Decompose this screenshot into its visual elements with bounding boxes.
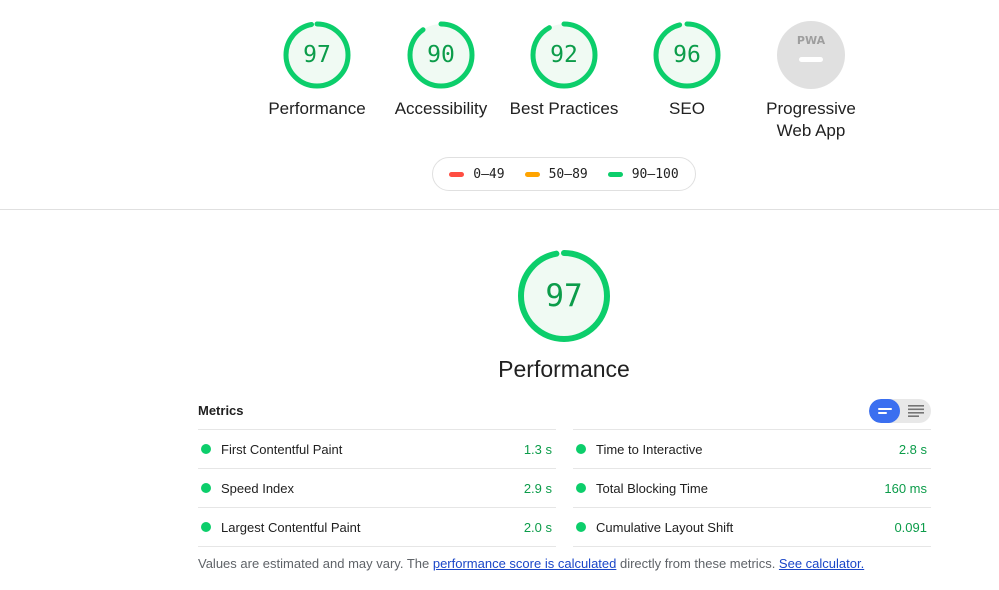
metric-value: 2.8 s xyxy=(898,441,927,457)
metric-largest-contentful-paint[interactable]: Largest Contentful Paint 2.0 s xyxy=(198,507,556,547)
pass-dot-icon xyxy=(576,444,586,454)
gauge-label: Accessibility xyxy=(394,99,488,118)
gauge-score: 92 xyxy=(550,42,578,68)
score-ring: 96 xyxy=(652,20,722,90)
footnote-text: Values are estimated and may vary. The xyxy=(198,556,433,571)
score-scale-legend: 0–49 50–89 90–100 xyxy=(432,157,696,191)
metric-cumulative-layout-shift[interactable]: Cumulative Layout Shift 0.091 xyxy=(573,507,931,547)
svg-text:PWA: PWA xyxy=(797,34,826,47)
pwa-icon: PWA xyxy=(777,21,845,89)
gauge-label: SEO xyxy=(669,99,705,118)
metric-value: 0.091 xyxy=(894,519,927,535)
metric-name: Speed Index xyxy=(221,480,295,496)
gauge-best-practices[interactable]: 92 Best Practices xyxy=(499,20,629,120)
compact-view-icon[interactable] xyxy=(869,399,900,423)
metric-speed-index[interactable]: Speed Index 2.9 s xyxy=(198,468,556,507)
metrics-title: Metrics xyxy=(198,403,244,418)
pass-dot-icon xyxy=(576,483,586,493)
pass-swatch-icon xyxy=(607,171,623,177)
score-ring: 97 xyxy=(282,20,352,90)
metric-first-contentful-paint[interactable]: First Contentful Paint 1.3 s xyxy=(198,429,556,468)
pass-dot-icon xyxy=(201,483,211,493)
gauge-score: 97 xyxy=(303,42,331,68)
metric-name: Largest Contentful Paint xyxy=(221,519,361,535)
metrics-view-toggle[interactable] xyxy=(869,399,931,423)
score-ring: 90 xyxy=(406,20,476,90)
legend-item-average: 50–89 xyxy=(524,166,588,182)
fail-swatch-icon xyxy=(449,171,465,177)
performance-title: Performance xyxy=(498,356,630,382)
gauge-label: Progressive Web App xyxy=(746,98,876,142)
gauge-label: Best Practices xyxy=(509,99,619,118)
gauge-label: Performance xyxy=(268,99,366,118)
pass-dot-icon xyxy=(201,444,211,454)
gauge-accessibility[interactable]: 90 Accessibility xyxy=(376,20,506,120)
expanded-view-icon[interactable] xyxy=(900,399,931,423)
metrics-footnote: Values are estimated and may vary. The p… xyxy=(198,556,864,571)
pass-dot-icon xyxy=(576,522,586,532)
metric-name: Total Blocking Time xyxy=(596,480,708,496)
metric-name: First Contentful Paint xyxy=(221,441,343,457)
average-swatch-icon xyxy=(524,171,540,177)
see-calculator-link[interactable]: See calculator. xyxy=(779,556,864,571)
performance-gauge-large: 97 Performance xyxy=(489,248,639,383)
metric-value: 160 ms xyxy=(884,480,927,496)
score-calculated-link[interactable]: performance score is calculated xyxy=(433,556,617,571)
gauge-seo[interactable]: 96 SEO xyxy=(622,20,752,120)
gauge-performance[interactable]: 97 Performance xyxy=(252,20,382,120)
section-divider xyxy=(0,209,999,210)
legend-item-fail: 0–49 xyxy=(449,166,505,182)
metric-value: 1.3 s xyxy=(523,441,552,457)
metric-total-blocking-time[interactable]: Total Blocking Time 160 ms xyxy=(573,468,931,507)
legend-range: 0–49 xyxy=(473,166,505,182)
gauge-label-line2: Web App xyxy=(776,121,846,140)
performance-score: 97 xyxy=(545,278,583,314)
footnote-text: directly from these metrics. xyxy=(616,556,779,571)
gauge-pwa[interactable]: PWA Progressive Web App xyxy=(746,20,876,142)
metrics-column-left: First Contentful Paint 1.3 s Speed Index… xyxy=(198,429,556,547)
score-ring: 97 xyxy=(516,248,612,344)
metric-value: 2.9 s xyxy=(523,480,552,496)
metric-name: Cumulative Layout Shift xyxy=(596,519,734,535)
score-ring: 92 xyxy=(529,20,599,90)
pwa-badge: PWA xyxy=(776,20,846,90)
gauge-score: 90 xyxy=(427,42,455,68)
metric-name: Time to Interactive xyxy=(596,441,703,457)
legend-item-pass: 90–100 xyxy=(607,166,679,182)
metric-value: 2.0 s xyxy=(523,519,552,535)
metric-time-to-interactive[interactable]: Time to Interactive 2.8 s xyxy=(573,429,931,468)
legend-range: 90–100 xyxy=(631,166,679,182)
gauge-label-line1: Progressive xyxy=(766,99,856,118)
gauge-score: 96 xyxy=(673,42,701,68)
pass-dot-icon xyxy=(201,522,211,532)
category-gauges: 97 Performance 90 Accessibility 92 Best … xyxy=(0,0,999,145)
metrics-column-right: Time to Interactive 2.8 s Total Blocking… xyxy=(573,429,931,547)
legend-range: 50–89 xyxy=(548,166,588,182)
